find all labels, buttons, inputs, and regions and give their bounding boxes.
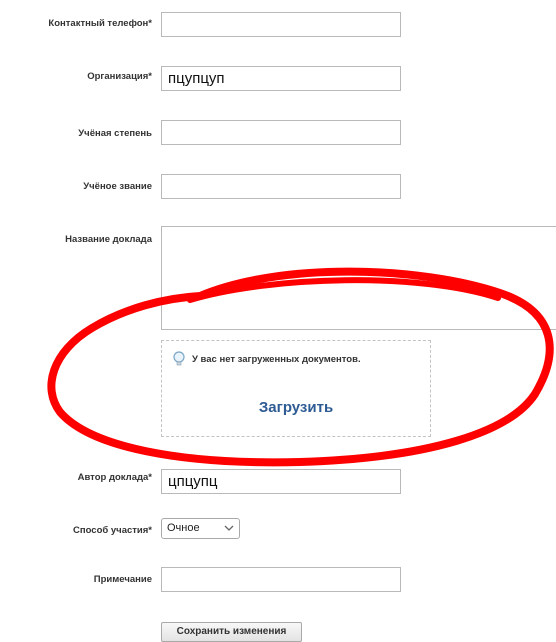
upload-button[interactable]: Загрузить [162, 399, 430, 416]
author-field[interactable]: цпцупц [161, 469, 401, 494]
note-label: Примечание [93, 574, 152, 585]
no-documents-text: У вас нет загруженных документов. [192, 353, 361, 365]
degree-field[interactable] [161, 120, 401, 145]
phone-field[interactable] [161, 12, 401, 37]
author-label: Автор доклада* [77, 472, 152, 483]
report-name-textarea[interactable] [161, 226, 556, 330]
title-label: Учёное звание [83, 181, 152, 192]
organization-field[interactable]: пцупцуп [161, 66, 401, 91]
degree-label: Учёная степень [78, 128, 152, 139]
note-field[interactable] [161, 567, 401, 592]
lightbulb-icon [173, 351, 185, 366]
document-upload-area: У вас нет загруженных документов. Загруз… [161, 340, 431, 437]
participation-select[interactable]: Очное [161, 518, 240, 539]
report-name-label: Название доклада [65, 234, 152, 245]
no-documents-notice: У вас нет загруженных документов. [172, 351, 361, 367]
chevron-down-icon [224, 525, 234, 531]
save-changes-button[interactable]: Сохранить изменения [161, 622, 302, 642]
participation-label: Способ участия* [73, 525, 152, 536]
phone-label: Контактный телефон* [48, 18, 152, 29]
organization-label: Организация* [87, 71, 152, 82]
participation-selected-value: Очное [167, 522, 200, 534]
title-field[interactable] [161, 174, 401, 199]
